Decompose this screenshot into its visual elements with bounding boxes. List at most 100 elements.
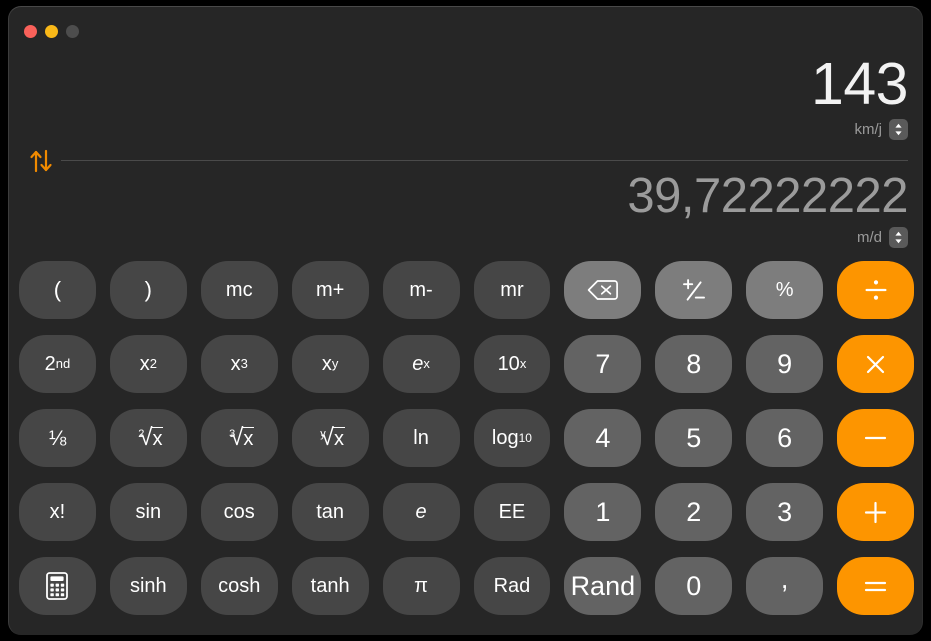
key-label: ) [144,277,152,302]
key-x-to-y[interactable]: xy [291,335,369,393]
key-multiply[interactable] [837,335,914,393]
calculator-icon [46,572,69,600]
key-nine[interactable]: 9 [746,335,824,393]
key-base: x [139,353,150,375]
key-x-squared[interactable]: x2 [109,335,187,393]
key-open-paren[interactable]: ( [19,261,96,319]
key-ee[interactable]: EE [473,483,551,541]
key-percent[interactable]: % [746,261,824,319]
key-basic-mode[interactable] [19,557,96,615]
key-nth-root[interactable]: y √ x [291,409,369,467]
plus-minus-icon [682,279,705,301]
key-label: mr [500,279,524,301]
key-mr[interactable]: mr [473,261,551,319]
key-sinh[interactable]: sinh [109,557,187,615]
secondary-unit-stepper[interactable] [889,226,908,248]
key-square-root[interactable]: 2 √ x [109,409,187,467]
plus-icon [864,501,887,523]
key-reciprocal[interactable]: ⅛x [19,409,96,467]
key-sin[interactable]: sin [109,483,187,541]
equals-icon [864,581,887,591]
key-rad[interactable]: Rad [473,557,551,615]
zoom-button-icon[interactable] [66,25,79,38]
close-button-icon[interactable] [24,25,37,38]
key-four[interactable]: 4 [564,409,642,467]
key-label: sin [135,501,162,523]
key-label: sinh [129,575,167,597]
key-label: cos [223,501,255,523]
key-label: tan [316,501,345,523]
divide-icon [865,280,887,300]
key-three[interactable]: 3 [746,483,824,541]
key-five[interactable]: 5 [655,409,733,467]
key-label: 7 [595,348,611,379]
key-label: mc [225,279,253,301]
key-close-paren[interactable]: ) [109,261,187,319]
primary-unit-label: km/j [854,120,883,138]
key-zero[interactable]: 0 [655,557,733,615]
key-tanh[interactable]: tanh [291,557,369,615]
key-euler[interactable]: e [382,483,460,541]
chevron-up-down-icon [895,123,902,135]
keypad: ()mcm+m-mr % 2ndx2x3xyex10x789 ⅛x 2 [19,261,914,615]
display-divider [61,160,908,161]
key-seven[interactable]: 7 [564,335,642,393]
primary-value[interactable]: 143 [811,53,908,115]
secondary-value[interactable]: 39,72222222 [627,169,908,223]
key-label: Rand [570,570,636,601]
key-e-to-x[interactable]: ex [382,335,460,393]
key-two[interactable]: 2 [655,483,733,541]
key-ten-to-x[interactable]: 10 x [473,335,551,393]
key-base: 2 [44,353,56,375]
chevron-up-down-icon [895,231,902,243]
key-base: x [321,353,332,375]
key-delete[interactable] [564,261,642,319]
key-factorial[interactable]: x! [19,483,96,541]
traffic-lights [24,25,79,38]
minimize-button-icon[interactable] [45,25,58,38]
key-cosh[interactable]: cosh [200,557,278,615]
key-label: 9 [777,348,793,379]
key-label: 3 [777,496,793,527]
key-label: e [415,501,427,523]
key-label: tanh [310,575,350,597]
key-base: 10 [497,353,520,375]
key-divide[interactable] [837,261,914,319]
key-equals[interactable] [837,557,914,615]
secondary-unit-label: m/d [856,228,882,246]
key-cos[interactable]: cos [200,483,278,541]
key-plus-minus[interactable] [655,261,733,319]
key-pi[interactable]: π [382,557,460,615]
key-decimal[interactable]: , [746,557,824,615]
swap-units-icon[interactable] [27,147,55,175]
key-eight[interactable]: 8 [655,335,733,393]
key-six[interactable]: 6 [746,409,824,467]
key-m-plus[interactable]: m+ [291,261,369,319]
key-label: , [780,564,789,595]
key-label: 6 [777,422,793,453]
primary-unit-row: km/j [811,118,908,140]
key-add[interactable] [837,483,914,541]
key-label: ln [413,427,429,449]
key-mc[interactable]: mc [200,261,278,319]
key-rand[interactable]: Rand [564,557,642,615]
key-second[interactable]: 2nd [19,335,96,393]
key-m-minus[interactable]: m- [382,261,460,319]
key-log10[interactable]: log 10 [473,409,551,467]
key-subtract[interactable] [837,409,914,467]
calculator-window: 143 km/j 39,72222222 m/d () mc m+ m- mr… [8,6,923,635]
secondary-conversion-row: 39,72222222 m/d [627,169,908,248]
backspace-icon [587,280,618,300]
primary-unit-stepper[interactable] [889,118,908,140]
key-cube-root[interactable]: 3 √ x [200,409,278,467]
display-area: 143 km/j 39,72222222 m/d [9,47,922,257]
key-base: x [230,353,241,375]
key-tan[interactable]: tan [291,483,369,541]
root-glyph: y √ x [320,423,345,451]
key-one[interactable]: 1 [564,483,642,541]
key-label: x! [49,501,66,523]
key-label: cosh [218,575,261,597]
key-x-cubed[interactable]: x3 [200,335,278,393]
key-ln[interactable]: ln [382,409,460,467]
secondary-unit-row: m/d [627,226,908,248]
